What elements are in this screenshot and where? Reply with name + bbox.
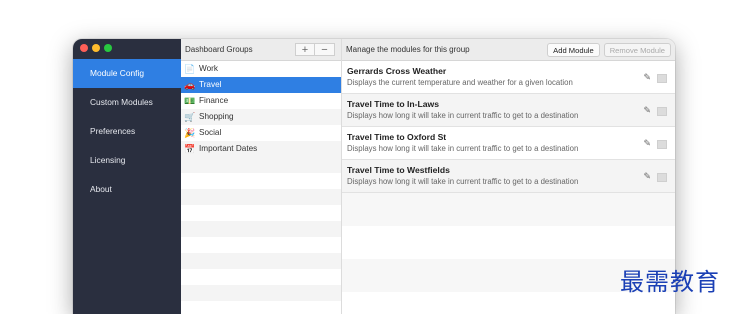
module-buttons: Add Module Remove Module xyxy=(547,42,671,57)
pencil-icon[interactable]: ✎ xyxy=(643,72,651,83)
module-description: Displays how long it will take in curren… xyxy=(347,144,579,153)
group-item-label: Travel xyxy=(199,80,222,89)
group-item-work[interactable]: 📄 Work xyxy=(181,61,341,77)
close-window-button[interactable] xyxy=(80,44,88,52)
cart-icon: 🛒 xyxy=(184,111,196,122)
module-list: Gerrards Cross Weather Displays the curr… xyxy=(342,61,675,193)
party-icon: 🎉 xyxy=(184,127,196,138)
calendar-icon: 📅 xyxy=(184,143,196,154)
add-group-button[interactable]: + xyxy=(295,43,315,56)
sidebar-item-about[interactable]: About xyxy=(73,175,181,204)
zoom-window-button[interactable] xyxy=(104,44,112,52)
group-add-remove-controls: + − xyxy=(295,43,335,56)
module-checkbox[interactable] xyxy=(657,173,667,182)
group-item-label: Social xyxy=(199,128,222,137)
module-checkbox[interactable] xyxy=(657,74,667,83)
module-item[interactable]: Gerrards Cross Weather Displays the curr… xyxy=(342,61,675,94)
sidebar: Module Config Custom Modules Preferences… xyxy=(73,39,181,314)
sidebar-nav: Module Config Custom Modules Preferences… xyxy=(73,59,181,204)
sidebar-item-custom-modules[interactable]: Custom Modules xyxy=(73,88,181,117)
group-item-shopping[interactable]: 🛒 Shopping xyxy=(181,109,341,125)
add-module-button[interactable]: Add Module xyxy=(547,42,600,57)
module-title: Travel Time to Oxford St xyxy=(347,132,447,142)
module-description: Displays how long it will take in curren… xyxy=(347,111,579,120)
module-description: Displays how long it will take in curren… xyxy=(347,177,579,186)
money-icon: 💵 xyxy=(184,95,196,106)
group-item-important-dates[interactable]: 📅 Important Dates xyxy=(181,141,341,157)
modules-header-title: Manage the modules for this group xyxy=(346,45,470,54)
sidebar-item-licensing[interactable]: Licensing xyxy=(73,146,181,175)
module-description: Displays the current temperature and wea… xyxy=(347,78,573,87)
minimize-window-button[interactable] xyxy=(92,44,100,52)
car-icon: 🚗 xyxy=(184,79,196,90)
module-checkbox[interactable] xyxy=(657,140,667,149)
pencil-icon[interactable]: ✎ xyxy=(643,105,651,116)
sidebar-item-module-config[interactable]: Module Config xyxy=(73,59,181,88)
modules-header: Manage the modules for this group Add Mo… xyxy=(342,39,675,61)
pencil-icon[interactable]: ✎ xyxy=(643,138,651,149)
sidebar-item-preferences[interactable]: Preferences xyxy=(73,117,181,146)
module-item[interactable]: Travel Time to Oxford St Displays how lo… xyxy=(342,127,675,160)
remove-group-button[interactable]: − xyxy=(315,43,335,56)
group-list: 📄 Work 🚗 Travel 💵 Finance 🛒 Shopping 🎉 Social… xyxy=(181,61,341,157)
module-item[interactable]: Travel Time to In-Laws Displays how long… xyxy=(342,94,675,127)
group-item-social[interactable]: 🎉 Social xyxy=(181,125,341,141)
dashboard-groups-panel: Dashboard Groups + − 📄 Work 🚗 Travel 💵 Fina… xyxy=(181,39,342,314)
group-item-label: Shopping xyxy=(199,112,234,121)
module-checkbox[interactable] xyxy=(657,107,667,116)
group-item-label: Finance xyxy=(199,96,229,105)
module-title: Gerrards Cross Weather xyxy=(347,66,447,76)
groups-header: Dashboard Groups + − xyxy=(181,39,341,61)
group-item-label: Important Dates xyxy=(199,144,258,153)
groups-header-title: Dashboard Groups xyxy=(185,45,253,54)
module-title: Travel Time to In-Laws xyxy=(347,99,440,109)
module-item[interactable]: Travel Time to Westfields Displays how l… xyxy=(342,160,675,193)
pencil-icon[interactable]: ✎ xyxy=(643,171,651,182)
group-item-label: Work xyxy=(199,64,218,73)
remove-module-button[interactable]: Remove Module xyxy=(603,42,671,57)
traffic-lights xyxy=(80,44,112,52)
module-title: Travel Time to Westfields xyxy=(347,165,450,175)
group-item-travel[interactable]: 🚗 Travel xyxy=(181,77,341,93)
group-list-empty-rows xyxy=(181,157,341,314)
group-item-finance[interactable]: 💵 Finance xyxy=(181,93,341,109)
app-window: Module Config Custom Modules Preferences… xyxy=(73,39,675,314)
document-icon: 📄 xyxy=(184,63,196,74)
watermark-text: 最需教育 xyxy=(620,268,720,296)
